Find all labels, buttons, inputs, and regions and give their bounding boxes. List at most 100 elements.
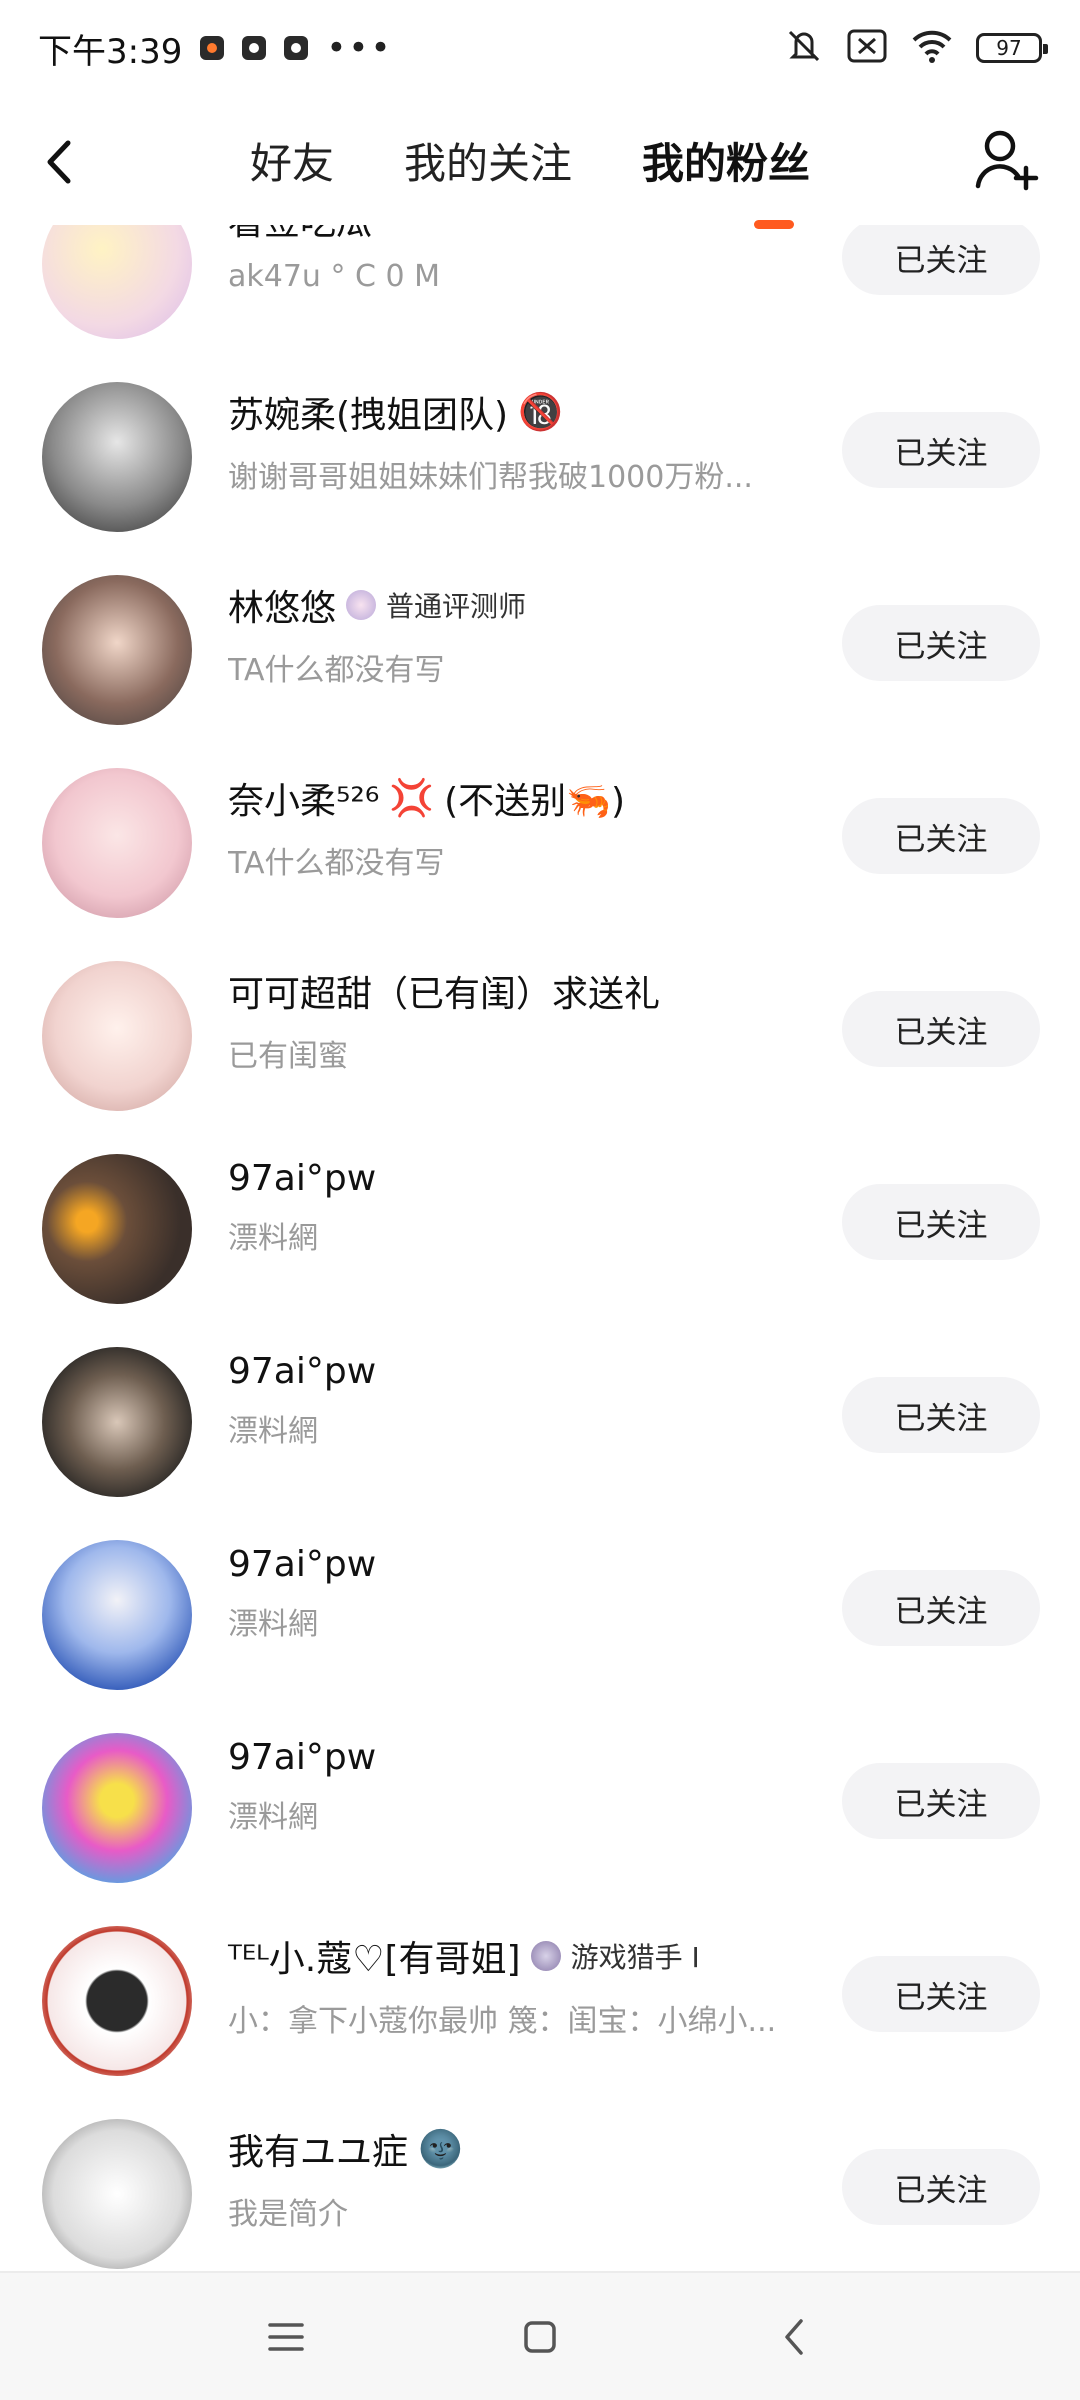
user-desc: TA什么都没有写	[228, 846, 445, 881]
followed-button[interactable]: 已关注	[842, 1377, 1040, 1453]
chevron-left-icon	[47, 140, 71, 184]
user-name: 97ai°pw	[228, 1158, 818, 1199]
system-back-button[interactable]	[766, 2309, 822, 2365]
battery-icon: 97	[976, 33, 1048, 63]
user-name-text: 看签吃瓜	[228, 225, 372, 245]
avatar[interactable]	[42, 1540, 192, 1690]
status-time: 下午3:39	[38, 31, 183, 72]
user-desc: 漂料網	[228, 1414, 318, 1449]
game-hunter-badge-icon	[530, 1941, 561, 1971]
user-name: 我有ユユ症 🌚	[228, 2123, 818, 2175]
fans-list: 看签吃瓜 ak47u ° C 0 M 已关注 苏婉柔(拽姐团队)🔞 谢谢哥哥姐姐…	[0, 225, 1080, 2273]
reviewer-badge-icon	[346, 590, 377, 620]
followed-button[interactable]: 已关注	[842, 412, 1040, 488]
list-item[interactable]: 97ai°pw 漂料網 已关注	[0, 1303, 1080, 1497]
system-navigation-bar	[0, 2271, 1080, 2400]
user-desc: ak47u ° C 0 M	[228, 259, 441, 294]
add-user-icon	[975, 130, 1039, 191]
user-desc: 漂料網	[228, 1221, 318, 1256]
adult-emoji-icon: 🔞	[518, 392, 563, 433]
user-desc: 我是简介	[228, 2197, 348, 2232]
square-icon	[524, 2321, 556, 2353]
header: 好友 我的关注 我的粉丝	[0, 110, 1080, 230]
list-item[interactable]: 苏婉柔(拽姐团队) 🔞 谢谢哥哥姐姐妹妹们帮我破1000万粉... 已关注	[0, 338, 1080, 532]
user-name-text: 林悠悠	[228, 588, 337, 629]
tab-bar: 好友 我的关注 我的粉丝	[250, 130, 811, 229]
followed-button[interactable]: 已关注	[842, 225, 1040, 295]
list-item[interactable]: 林悠悠 普通评测师 TA什么都没有写 已关注	[0, 531, 1080, 725]
user-name-text: 我有ユユ症	[228, 2132, 409, 2173]
list-item[interactable]: 我有ユユ症 🌚 我是简介 已关注	[0, 2075, 1080, 2269]
user-name: 看签吃瓜	[228, 225, 818, 245]
status-left: 下午3:39 •••	[38, 24, 393, 73]
app-notification-icon	[200, 36, 225, 60]
list-item[interactable]: 97ai°pw 漂料網 已关注	[0, 1496, 1080, 1690]
add-friend-button[interactable]	[972, 124, 1042, 194]
user-name-text: 97ai°pw	[228, 1544, 377, 1585]
user-name-text: 97ai°pw	[228, 1351, 377, 1392]
list-item[interactable]: 看签吃瓜 ak47u ° C 0 M 已关注	[0, 225, 1080, 339]
avatar[interactable]	[42, 1154, 192, 1304]
followed-button[interactable]: 已关注	[842, 991, 1040, 1067]
status-bar: 下午3:39 ••• 97	[0, 0, 1080, 96]
user-name-text: 苏婉柔(拽姐团队)	[228, 395, 509, 436]
user-desc: 漂料網	[228, 1607, 318, 1642]
avatar[interactable]	[42, 1926, 192, 2076]
list-item[interactable]: 可可超甜（已有闺）求送礼 已有闺蜜 已关注	[0, 917, 1080, 1111]
tab-friends[interactable]: 好友	[250, 130, 334, 191]
user-name-extra: (不送别🦐)	[444, 781, 626, 822]
avatar[interactable]	[42, 1733, 192, 1883]
user-name: 97ai°pw	[228, 1544, 818, 1585]
tab-fans[interactable]: 我的粉丝	[642, 130, 811, 229]
avatar[interactable]	[42, 961, 192, 1111]
user-name: ᵀᴱᴸ小.蔻♡[有哥姐] 游戏猎手 I	[228, 1930, 818, 1982]
followed-button[interactable]: 已关注	[842, 1763, 1040, 1839]
user-name: 苏婉柔(拽姐团队) 🔞	[228, 386, 818, 438]
list-item[interactable]: 奈小柔⁵²⁶ 💢 (不送别🦐) TA什么都没有写 已关注	[0, 724, 1080, 918]
followed-button[interactable]: 已关注	[842, 1956, 1040, 2032]
back-button[interactable]	[40, 132, 100, 192]
user-name-text: 奈小柔⁵²⁶	[228, 781, 380, 822]
user-desc: 谢谢哥哥姐姐妹妹们帮我破1000万粉...	[228, 460, 753, 495]
avatar[interactable]	[42, 1347, 192, 1497]
user-name: 可可超甜（已有闺）求送礼	[228, 965, 818, 1017]
user-name: 97ai°pw	[228, 1351, 818, 1392]
avatar[interactable]	[42, 575, 192, 725]
followed-button[interactable]: 已关注	[842, 1184, 1040, 1260]
user-name: 奈小柔⁵²⁶ 💢 (不送别🦐)	[228, 772, 818, 824]
user-name-text: ᵀᴱᴸ小.蔻♡[有哥姐]	[228, 1939, 521, 1980]
more-notifications-icon: •••	[326, 28, 393, 68]
dark-moon-emoji-icon: 🌚	[418, 2129, 463, 2170]
game-hunter-badge-label: 游戏猎手 I	[570, 1941, 700, 1974]
followed-button[interactable]: 已关注	[842, 1570, 1040, 1646]
recent-apps-button[interactable]	[258, 2309, 314, 2365]
tab-following[interactable]: 我的关注	[404, 130, 572, 191]
no-sim-icon	[846, 28, 888, 68]
app-notification-icon	[242, 36, 267, 60]
user-name: 97ai°pw	[228, 1737, 818, 1778]
avatar[interactable]	[42, 768, 192, 918]
chevron-left-icon	[785, 2319, 803, 2355]
user-desc: 漂料網	[228, 1800, 318, 1835]
followed-button[interactable]: 已关注	[842, 605, 1040, 681]
user-name-text: 可可超甜（已有闺）求送礼	[228, 974, 661, 1015]
avatar[interactable]	[42, 225, 192, 339]
user-desc: 已有闺蜜	[228, 1039, 348, 1074]
home-button[interactable]	[512, 2309, 568, 2365]
avatar[interactable]	[42, 382, 192, 532]
list-item[interactable]: 97ai°pw 漂料網 已关注	[0, 1689, 1080, 1883]
menu-icon	[268, 2323, 304, 2351]
followed-button[interactable]: 已关注	[842, 2149, 1040, 2225]
avatar[interactable]	[42, 2119, 192, 2269]
user-desc: 小：拿下小蔻你最帅 篾：闺宝：小绵小...	[228, 2004, 777, 2039]
user-desc: TA什么都没有写	[228, 653, 445, 688]
followed-button[interactable]: 已关注	[842, 798, 1040, 874]
user-name: 林悠悠 普通评测师	[228, 579, 818, 631]
user-name-text: 97ai°pw	[228, 1737, 377, 1778]
mute-icon	[784, 26, 824, 70]
anger-emoji-icon: 💢	[389, 778, 435, 819]
tab-fans-label: 我的粉丝	[642, 139, 811, 188]
user-name-text: 97ai°pw	[228, 1158, 377, 1199]
list-item[interactable]: ᵀᴱᴸ小.蔻♡[有哥姐] 游戏猎手 I 小：拿下小蔻你最帅 篾：闺宝：小绵小..…	[0, 1882, 1080, 2076]
list-item[interactable]: 97ai°pw 漂料網 已关注	[0, 1110, 1080, 1304]
